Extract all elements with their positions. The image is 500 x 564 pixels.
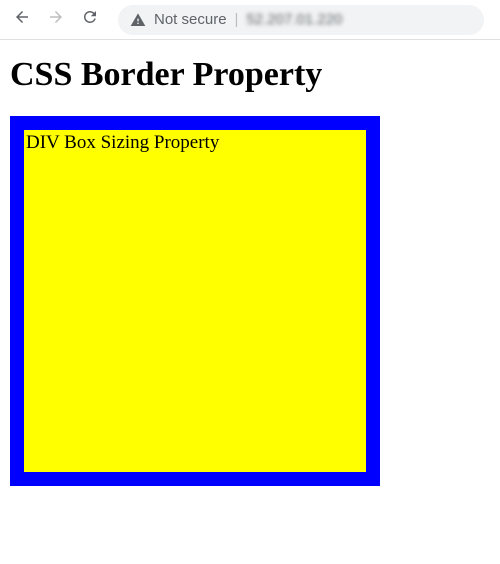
arrow-right-icon — [47, 8, 65, 31]
demo-box-text: DIV Box Sizing Property — [24, 130, 366, 156]
page-content: CSS Border Property DIV Box Sizing Prope… — [0, 40, 500, 502]
address-bar[interactable]: Not secure | 52.207.01.220 — [118, 5, 484, 35]
address-divider: | — [235, 11, 239, 28]
arrow-left-icon — [13, 8, 31, 31]
page-title: CSS Border Property — [10, 56, 490, 94]
reload-icon — [81, 8, 99, 31]
demo-box: DIV Box Sizing Property — [10, 116, 380, 486]
forward-button[interactable] — [42, 6, 70, 34]
not-secure-label: Not secure — [154, 11, 227, 28]
not-secure-icon — [130, 12, 146, 28]
url-text: 52.207.01.220 — [246, 11, 342, 28]
reload-button[interactable] — [76, 6, 104, 34]
browser-toolbar: Not secure | 52.207.01.220 — [0, 0, 500, 40]
back-button[interactable] — [8, 6, 36, 34]
